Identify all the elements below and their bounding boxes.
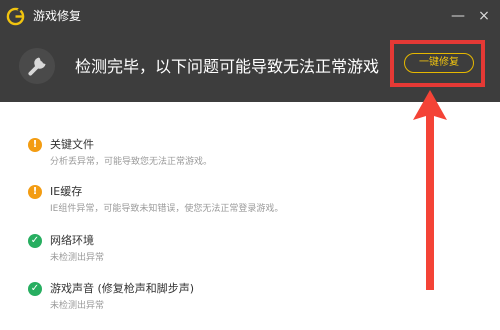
issue-description: 未检测出异常 <box>50 301 105 311</box>
issue-item-key-files: ! 关键文件 分析丢异常，可能导致您无法正常游戏。 <box>28 138 388 178</box>
warning-icon: ! <box>28 138 42 152</box>
warning-icon: ! <box>28 185 42 199</box>
issue-description: IE组件异常，可能导致未知错误，使您无法正常登录游戏。 <box>50 204 284 214</box>
red-arrow-annotation <box>413 90 447 290</box>
close-button[interactable]: × <box>474 6 494 26</box>
issue-title: 网络环境 <box>50 234 94 247</box>
issue-item-ie-cache: ! IE缓存 IE组件异常，可能导致未知错误，使您无法正常登录游戏。 <box>28 185 388 225</box>
issue-title: 游戏声音 (修复枪声和脚步声) <box>50 282 195 295</box>
issue-item-network: ✓ 网络环境 未检测出异常 <box>28 234 388 274</box>
issue-item-game-sound: ✓ 游戏声音 (修复枪声和脚步声) 未检测出异常 <box>28 282 388 322</box>
check-icon: ✓ <box>28 282 42 296</box>
issue-description: 未检测出异常 <box>50 253 105 263</box>
game-repair-window: 游戏修复 — × 检测完毕，以下问题可能导致无法正常游戏 一键修复 ! 关键文件… <box>0 0 500 330</box>
issue-title: IE缓存 <box>50 185 83 198</box>
window-title: 游戏修复 <box>33 9 82 23</box>
highlight-annotation-box <box>390 40 485 87</box>
issue-description: 分析丢异常，可能导致您无法正常游戏。 <box>50 157 213 167</box>
check-icon: ✓ <box>28 234 42 248</box>
app-logo-icon <box>6 7 25 26</box>
minimize-button[interactable]: — <box>448 6 468 26</box>
title-bar: 游戏修复 — × <box>0 0 500 32</box>
wrench-icon <box>18 47 56 85</box>
issue-title: 关键文件 <box>50 138 94 151</box>
scan-result-headline: 检测完毕，以下问题可能导致无法正常游戏 <box>75 57 380 76</box>
